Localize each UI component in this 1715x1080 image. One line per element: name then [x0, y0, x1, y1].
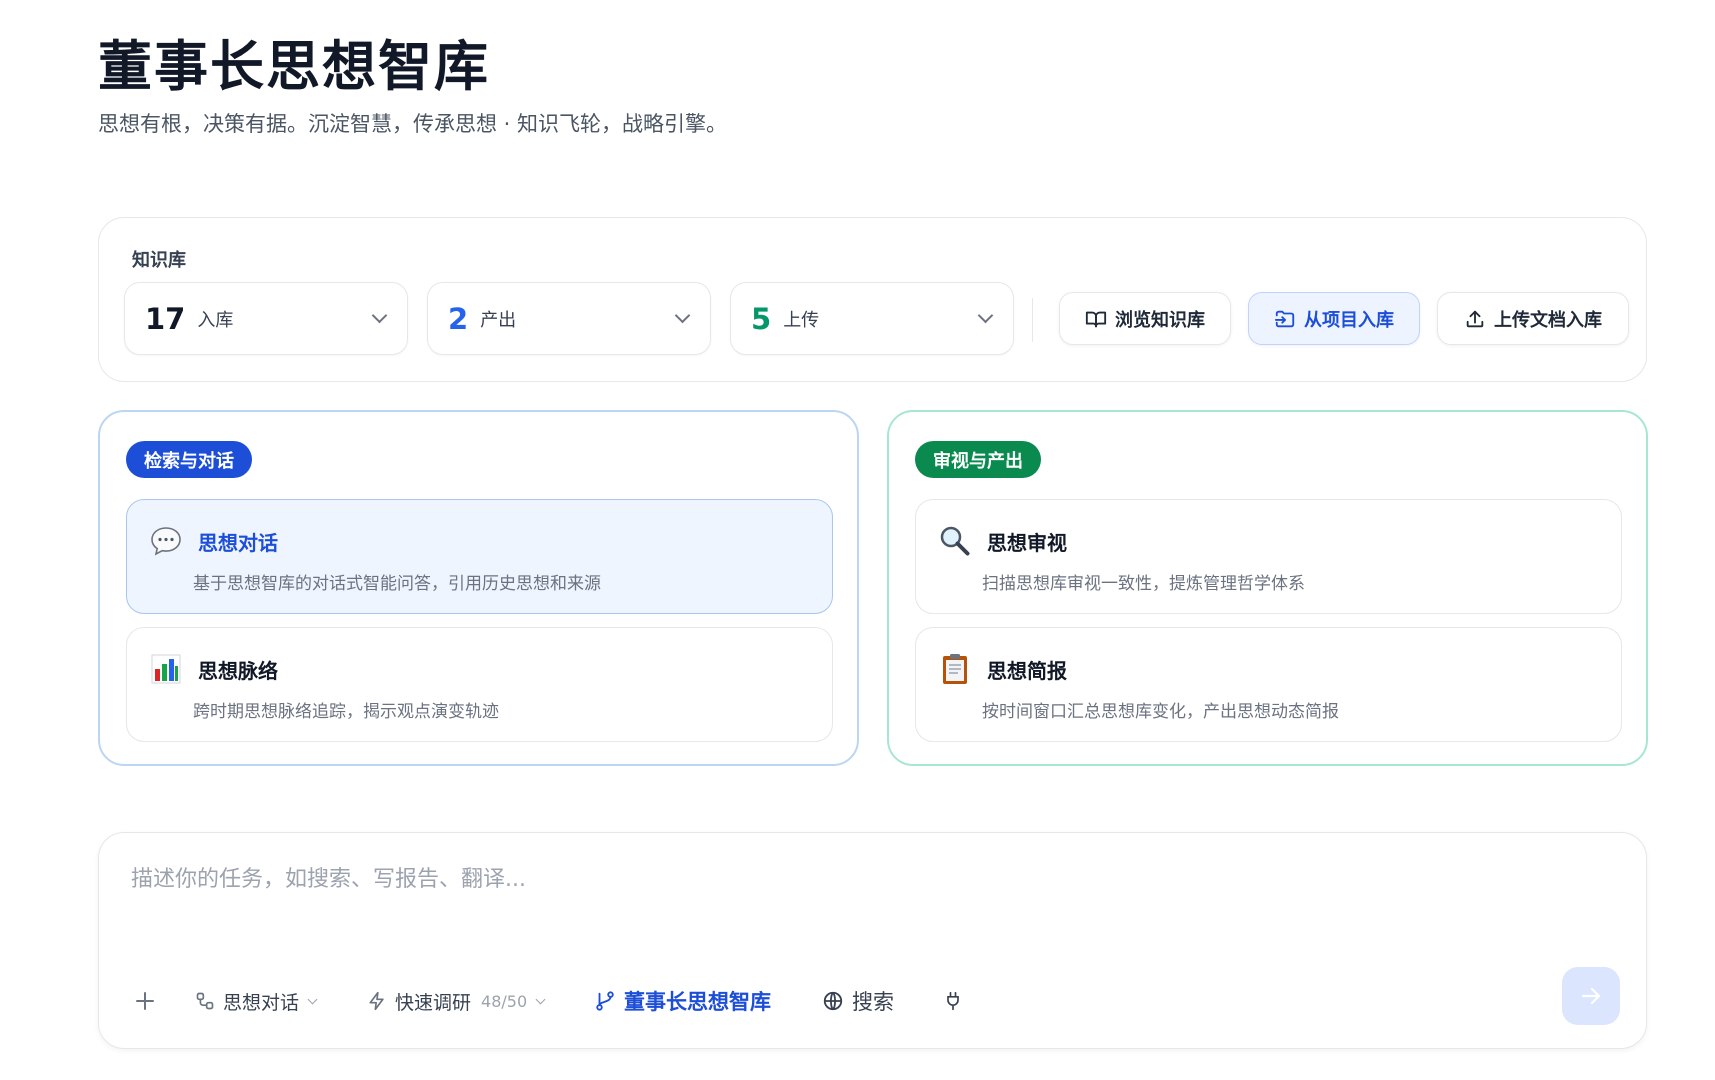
- task-composer: 思想对话 快速调研 48/50 董事长思想智库 搜索: [98, 832, 1647, 1049]
- browse-knowledge-base-button[interactable]: 浏览知识库: [1059, 292, 1231, 345]
- thought-chat-card[interactable]: 思想对话 基于思想智库的对话式智能问答，引用历史思想和来源: [126, 499, 833, 614]
- import-from-project-button[interactable]: 从项目入库: [1248, 292, 1420, 345]
- knowledge-base-selector[interactable]: 董事长思想智库: [594, 983, 771, 1019]
- send-button[interactable]: [1562, 967, 1620, 1025]
- card-description: 跨时期思想脉络追踪，揭示观点演变轨迹: [193, 702, 499, 722]
- section-pill: 检索与对话: [126, 441, 252, 478]
- workflow-icon: [196, 992, 214, 1010]
- open-book-icon: [1085, 311, 1107, 327]
- thought-review-card[interactable]: 思想审视 扫描思想库审视一致性，提炼管理哲学体系: [915, 499, 1622, 614]
- thought-timeline-card[interactable]: 思想脉络 跨时期思想脉络追踪，揭示观点演变轨迹: [126, 627, 833, 742]
- card-title: 思想简报: [987, 659, 1067, 683]
- stat-ingested-value: 17: [145, 301, 186, 336]
- stat-upload-label: 上传: [783, 309, 820, 331]
- task-input[interactable]: [131, 867, 1531, 892]
- speech-bubble-icon: [151, 527, 181, 556]
- add-attachment-button[interactable]: [133, 983, 165, 1019]
- chevron-down-icon: [371, 307, 388, 324]
- stat-ingested-dropdown[interactable]: 17 入库: [124, 282, 408, 355]
- research-label: 快速调研: [395, 991, 472, 1014]
- search-label: 搜索: [852, 990, 894, 1014]
- globe-icon: [823, 991, 843, 1011]
- clipboard-icon: [943, 654, 967, 684]
- research-count: 48/50: [481, 991, 528, 1011]
- chevron-down-icon: [307, 994, 318, 1004]
- thought-brief-card[interactable]: 思想简报 按时间窗口汇总思想库变化，产出思想动态简报: [915, 627, 1622, 742]
- mode-label: 思想对话: [223, 991, 300, 1014]
- chevron-down-icon: [977, 307, 994, 324]
- page-title: 董事长思想智库: [98, 35, 490, 98]
- folder-import-icon: [1274, 310, 1295, 327]
- chevron-down-icon: [535, 994, 546, 1004]
- stat-ingested-label: 入库: [197, 309, 234, 331]
- section-pill: 审视与产出: [915, 441, 1041, 478]
- arrow-right-icon: [1581, 987, 1601, 1005]
- chevron-down-icon: [674, 307, 691, 324]
- magnifier-icon: [940, 526, 970, 556]
- stat-upload-value: 5: [751, 301, 772, 336]
- import-from-project-label: 从项目入库: [1304, 309, 1394, 331]
- stat-output-label: 产出: [480, 309, 517, 331]
- lightning-icon: [369, 991, 384, 1011]
- card-description: 扫描思想库审视一致性，提炼管理哲学体系: [982, 574, 1305, 594]
- bar-chart-icon: [151, 654, 181, 684]
- knowledge-base-name: 董事长思想智库: [624, 990, 771, 1014]
- upload-document-button[interactable]: 上传文档入库: [1437, 292, 1629, 345]
- plug-icon: [947, 991, 959, 1011]
- plugin-button[interactable]: [943, 983, 971, 1019]
- browse-label: 浏览知识库: [1115, 309, 1205, 331]
- stat-output-dropdown[interactable]: 2 产出: [427, 282, 711, 355]
- stat-output-value: 2: [448, 301, 469, 336]
- mode-selector[interactable]: 思想对话: [195, 983, 318, 1019]
- card-description: 按时间窗口汇总思想库变化，产出思想动态简报: [982, 702, 1339, 722]
- card-title: 思想对话: [198, 531, 278, 555]
- knowledge-base-label: 知识库: [132, 250, 186, 271]
- card-description: 基于思想智库的对话式智能问答，引用历史思想和来源: [193, 574, 601, 594]
- page-subtitle: 思想有根，决策有据。沉淀智慧，传承思想 · 知识飞轮，战略引擎。: [98, 112, 728, 136]
- stat-upload-dropdown[interactable]: 5 上传: [730, 282, 1014, 355]
- review-and-output-section: 审视与产出 思想审视 扫描思想库审视一致性，提炼管理哲学体系 思想简报 按时间窗…: [887, 410, 1648, 766]
- branch-icon: [596, 991, 614, 1011]
- knowledge-base-panel: 知识库 17 入库 2 产出 5 上传 浏览知识库 从项目入库 上传文档入库: [98, 217, 1647, 382]
- plus-icon: [136, 992, 154, 1010]
- upload-icon: [1466, 310, 1484, 327]
- divider: [1032, 298, 1033, 342]
- card-title: 思想脉络: [198, 659, 278, 683]
- card-title: 思想审视: [987, 531, 1067, 555]
- web-search-toggle[interactable]: 搜索: [822, 983, 894, 1019]
- search-and-chat-section: 检索与对话 思想对话 基于思想智库的对话式智能问答，引用历史思想和来源 思想脉络…: [98, 410, 859, 766]
- upload-label: 上传文档入库: [1494, 309, 1602, 331]
- research-selector[interactable]: 快速调研 48/50: [367, 983, 546, 1019]
